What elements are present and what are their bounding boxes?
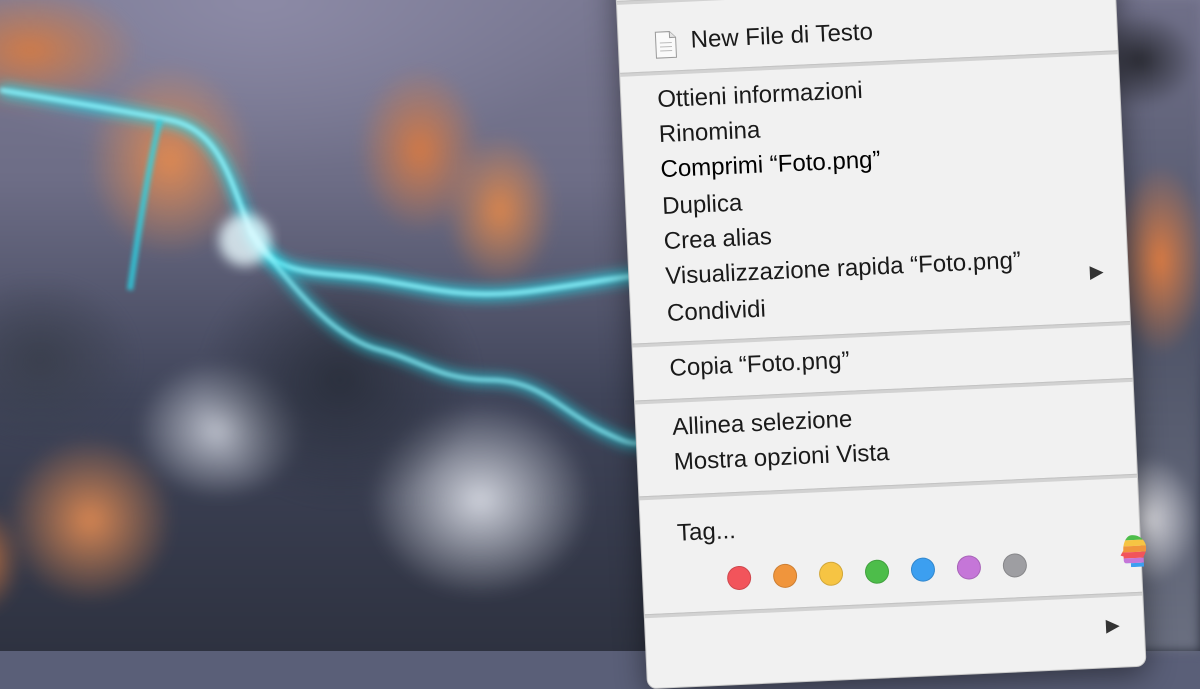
context-menu-wrapper: New File di Testo Ottieni informazioni R… <box>614 0 1150 689</box>
bottom-submenu-arrow-icon: ▶ <box>1105 614 1121 636</box>
tag-color-yellow[interactable] <box>818 561 844 587</box>
menu-item-tags[interactable]: Tag... <box>676 499 1115 549</box>
tag-color-blue[interactable] <box>910 557 936 583</box>
tag-color-green[interactable] <box>864 559 890 585</box>
context-menu: New File di Testo Ottieni informazioni R… <box>614 0 1150 689</box>
share-submenu-arrow-icon: ▶ <box>1089 261 1105 282</box>
menu-separator <box>644 591 1143 619</box>
tag-color-red[interactable] <box>726 565 752 591</box>
menu-item-new-text-file[interactable]: New File di Testo <box>690 7 1093 55</box>
menu-separator <box>616 0 1115 5</box>
text-document-icon <box>654 31 677 59</box>
tag-color-purple[interactable] <box>956 554 982 581</box>
tag-color-gray[interactable] <box>1002 552 1028 578</box>
colorful-head-icon[interactable] <box>1118 533 1150 568</box>
menu-separator <box>639 473 1138 501</box>
tag-color-orange[interactable] <box>772 563 798 589</box>
